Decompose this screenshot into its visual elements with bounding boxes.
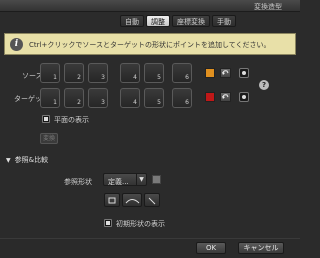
source-box-3[interactable]: 3 bbox=[88, 63, 108, 83]
target-box-6[interactable]: 6 bbox=[172, 88, 192, 108]
shape-rect-button[interactable] bbox=[104, 193, 120, 207]
source-reset-button[interactable] bbox=[220, 68, 231, 78]
target-box-5[interactable]: 5 bbox=[144, 88, 164, 108]
target-reset-button[interactable] bbox=[220, 92, 231, 102]
source-box-6[interactable]: 6 bbox=[172, 63, 192, 83]
target-target-button[interactable] bbox=[239, 92, 249, 102]
reference-color-swatch[interactable] bbox=[152, 175, 161, 184]
info-icon: i bbox=[10, 38, 23, 51]
reference-section-header[interactable]: ▼ 参照&比較 bbox=[6, 155, 48, 165]
tab-adjust[interactable]: 調整 bbox=[146, 15, 170, 27]
tab-manual[interactable]: 手動 bbox=[212, 15, 236, 27]
initial-shape-checkbox[interactable] bbox=[104, 219, 112, 227]
plane-display-label: 平面の表示 bbox=[54, 116, 89, 124]
source-box-1[interactable]: 1 bbox=[40, 63, 60, 83]
collapse-triangle-icon: ▼ bbox=[6, 157, 11, 164]
tab-coordinate-transform[interactable]: 座標変換 bbox=[172, 15, 210, 27]
undo-icon bbox=[222, 70, 229, 75]
shape-arc-button[interactable] bbox=[122, 193, 142, 207]
source-color-swatch[interactable] bbox=[205, 68, 215, 78]
reference-section-label: 参照&比較 bbox=[14, 156, 49, 164]
reference-shape-value: 定義... bbox=[108, 178, 129, 186]
title-bar: 変換造型 bbox=[0, 0, 300, 12]
cancel-button[interactable]: キャンセル bbox=[238, 242, 284, 254]
chevron-down-icon: ▼ bbox=[136, 174, 146, 185]
square-icon bbox=[108, 197, 116, 204]
window-title: 変換造型 bbox=[254, 3, 282, 11]
target-box-1[interactable]: 1 bbox=[40, 88, 60, 108]
convert-button[interactable]: 変換 bbox=[40, 133, 58, 144]
tab-auto[interactable]: 自動 bbox=[120, 15, 144, 27]
target-box-4[interactable]: 4 bbox=[120, 88, 140, 108]
source-box-2[interactable]: 2 bbox=[64, 63, 84, 83]
undo-icon bbox=[222, 94, 229, 99]
diagonal-line-icon bbox=[148, 197, 156, 205]
ok-button[interactable]: OK bbox=[196, 242, 226, 254]
tab-bar: 自動 調整 座標変換 手動 bbox=[120, 15, 236, 27]
info-text: Ctrl+クリックでソースとターゲットの形状にポイントを追加してください。 bbox=[29, 41, 271, 49]
info-bar: i Ctrl+クリックでソースとターゲットの形状にポイントを追加してください。 bbox=[4, 33, 296, 55]
help-icon[interactable]: ? bbox=[259, 80, 269, 90]
arc-icon bbox=[125, 199, 140, 204]
target-color-swatch[interactable] bbox=[205, 92, 215, 102]
source-box-5[interactable]: 5 bbox=[144, 63, 164, 83]
reference-shape-dropdown[interactable]: 定義... ▼ bbox=[103, 173, 147, 186]
source-box-4[interactable]: 4 bbox=[120, 63, 140, 83]
source-target-button[interactable] bbox=[239, 68, 249, 78]
initial-shape-label: 初期形状の表示 bbox=[116, 220, 165, 228]
plane-display-checkbox[interactable] bbox=[42, 115, 50, 123]
target-box-3[interactable]: 3 bbox=[88, 88, 108, 108]
target-box-2[interactable]: 2 bbox=[64, 88, 84, 108]
shape-line-button[interactable] bbox=[144, 193, 160, 207]
reference-shape-label: 参照形状 bbox=[64, 178, 92, 186]
